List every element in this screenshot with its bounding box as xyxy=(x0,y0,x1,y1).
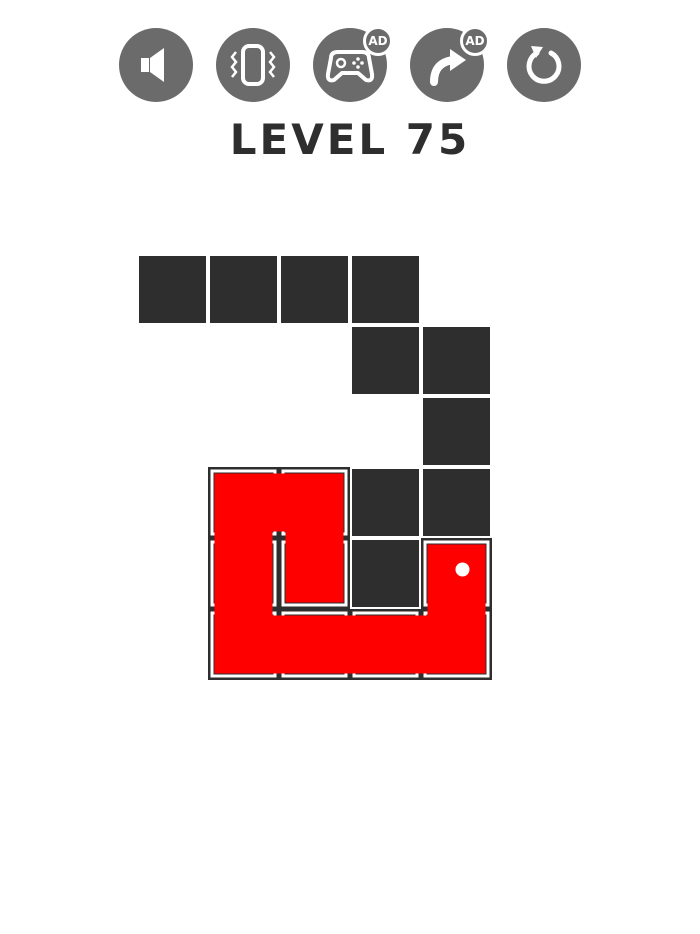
board-cell[interactable] xyxy=(352,469,419,536)
board-cell[interactable] xyxy=(423,469,490,536)
snake-head-dot xyxy=(455,562,470,577)
board-cell[interactable] xyxy=(352,327,419,394)
game-board[interactable] xyxy=(0,0,700,934)
board-cell[interactable] xyxy=(139,256,206,323)
board-cell[interactable] xyxy=(423,398,490,465)
board-cell[interactable] xyxy=(352,256,419,323)
board-cell[interactable] xyxy=(281,256,348,323)
board-cell[interactable] xyxy=(352,540,419,607)
board-cell[interactable] xyxy=(210,256,277,323)
board-cell[interactable] xyxy=(423,327,490,394)
